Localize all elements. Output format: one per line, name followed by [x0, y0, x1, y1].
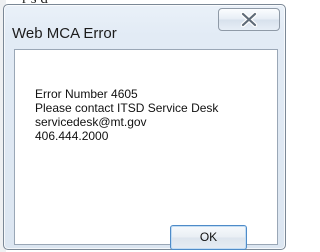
- error-dialog: Web MCA Error Error Number 4605 Please c…: [3, 4, 286, 250]
- error-number-text: Error Number 4605: [35, 87, 138, 101]
- screen: r s d Web MCA Error Error Number 4605 Pl…: [0, 0, 288, 252]
- email-text: servicedesk@mt.gov: [35, 115, 147, 129]
- close-x-icon: [240, 11, 258, 28]
- ok-button[interactable]: OK: [170, 225, 247, 250]
- phone-text: 406.444.2000: [35, 129, 109, 143]
- close-button[interactable]: [218, 8, 280, 31]
- dialog-title: Web MCA Error: [12, 25, 117, 42]
- contact-text: Please contact ITSD Service Desk: [35, 101, 219, 115]
- dialog-content: Error Number 4605 Please contact ITSD Se…: [14, 49, 278, 245]
